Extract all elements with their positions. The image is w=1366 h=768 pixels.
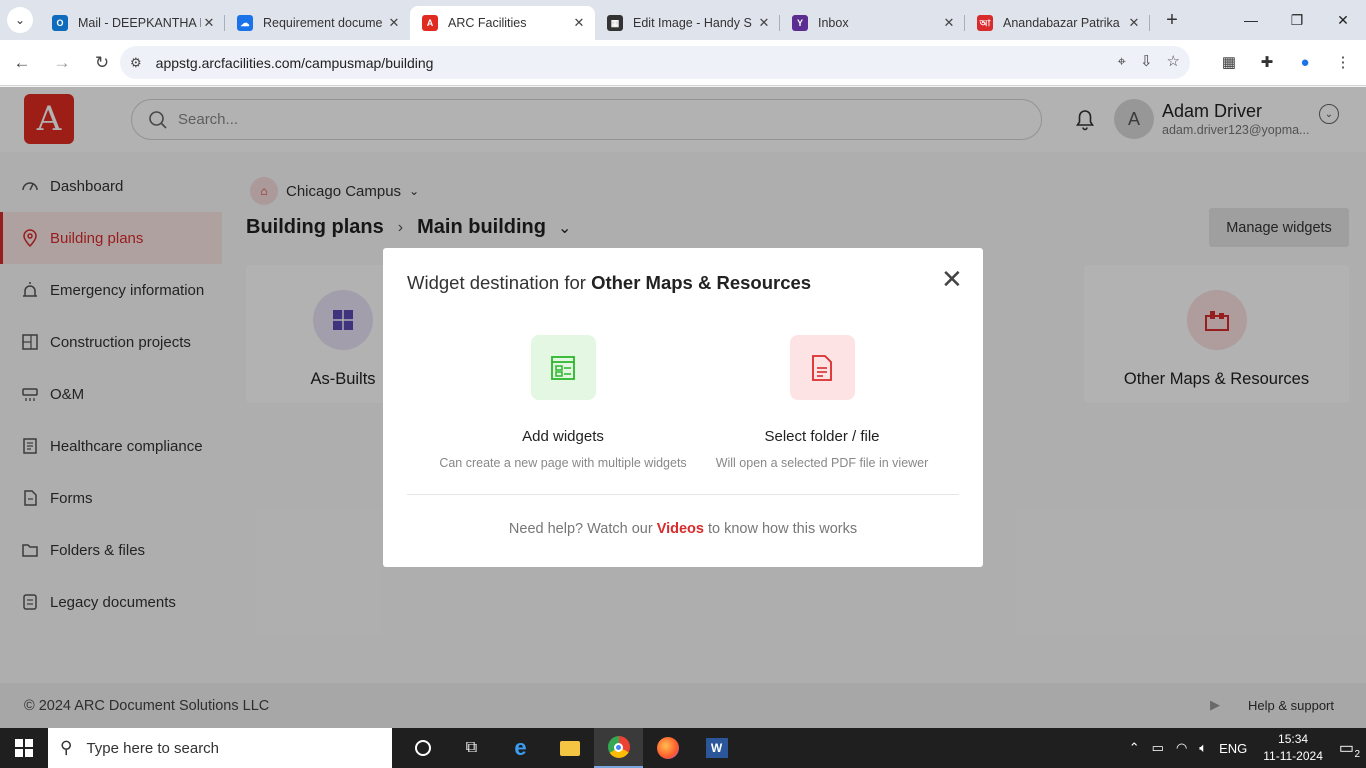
tab-favicon-icon: O bbox=[52, 15, 68, 31]
site-info-icon[interactable]: ⚙ bbox=[130, 55, 142, 71]
chevron-down-icon: ⌄ bbox=[7, 7, 33, 33]
help-prefix: Need help? Watch our bbox=[508, 521, 657, 537]
window-controls: — ❐ ✕ bbox=[1228, 0, 1366, 40]
browser-tab[interactable]: ☁ Requirement docume ✕ bbox=[225, 6, 410, 40]
option-title: Add widgets bbox=[522, 428, 604, 445]
option-desc: Will open a selected PDF file in viewer bbox=[715, 456, 929, 470]
notifications-icon[interactable]: ▭ 2 bbox=[1339, 738, 1360, 760]
modal-title: Widget destination for Other Maps & Reso… bbox=[407, 272, 811, 294]
battery-icon[interactable]: ▭ bbox=[1152, 740, 1164, 756]
url-text[interactable]: appstg.arcfacilities.com/campusmap/build… bbox=[156, 55, 434, 71]
chrome-icon[interactable] bbox=[594, 728, 643, 768]
help-text: Need help? Watch our Videos to know how … bbox=[383, 521, 983, 537]
tab-close-icon[interactable]: ✕ bbox=[386, 15, 402, 31]
tab-close-icon[interactable]: ✕ bbox=[571, 15, 587, 31]
browser-tab[interactable]: ▦ Edit Image - Handy S ✕ bbox=[595, 6, 780, 40]
tab-title: Anandabazar Patrika bbox=[1003, 16, 1120, 30]
word-icon[interactable]: W bbox=[692, 728, 741, 768]
profile-icon[interactable]: ● bbox=[1292, 47, 1318, 77]
tab-title: Edit Image - Handy S bbox=[633, 16, 752, 30]
close-window-button[interactable]: ✕ bbox=[1320, 0, 1366, 40]
chevron-up-icon[interactable]: ⌃ bbox=[1129, 740, 1140, 756]
add-widgets-option[interactable]: Add widgets Can create a new page with m… bbox=[423, 335, 703, 470]
clock-time: 15:34 bbox=[1278, 732, 1309, 746]
browser-tab[interactable]: Y Inbox ✕ bbox=[780, 6, 965, 40]
tab-close-icon[interactable]: ✕ bbox=[201, 15, 217, 31]
videos-link[interactable]: Videos bbox=[657, 521, 704, 537]
windows-taskbar: ⚲ Type here to search ⧉ e W ⌃ ▭ ◠ 🔈︎ ENG… bbox=[0, 728, 1366, 768]
tab-title: Mail - DEEPKANTHA D bbox=[78, 16, 201, 30]
tab-close-icon[interactable]: ✕ bbox=[756, 15, 772, 31]
volume-icon[interactable]: 🔈︎ bbox=[1199, 740, 1207, 756]
new-tab-button[interactable]: + bbox=[1154, 9, 1190, 32]
modal-title-prefix: Widget destination for bbox=[407, 272, 592, 293]
extensions-icon[interactable]: ✚ bbox=[1254, 47, 1280, 77]
divider bbox=[407, 494, 959, 495]
edge-icon[interactable]: e bbox=[496, 728, 545, 768]
browser-tab[interactable]: O Mail - DEEPKANTHA D ✕ bbox=[40, 6, 225, 40]
tab-search-button[interactable]: ⌄ bbox=[0, 0, 40, 40]
wifi-icon[interactable]: ◠ bbox=[1176, 740, 1187, 756]
tab-close-icon[interactable]: ✕ bbox=[941, 15, 957, 31]
language-indicator[interactable]: ENG bbox=[1219, 741, 1247, 756]
close-icon[interactable]: ✕ bbox=[941, 266, 963, 292]
qr-code-icon[interactable]: ▦ bbox=[1216, 47, 1242, 77]
location-icon[interactable]: ⌖ bbox=[1118, 53, 1126, 70]
browser-menu-icon[interactable]: ⋮ bbox=[1330, 47, 1356, 77]
taskbar-search-placeholder: Type here to search bbox=[86, 739, 220, 757]
task-view-icon[interactable]: ⧉ bbox=[447, 728, 496, 768]
back-button[interactable]: ← bbox=[4, 45, 40, 81]
tab-favicon-icon: A bbox=[422, 15, 438, 31]
forward-button[interactable]: → bbox=[44, 45, 80, 81]
address-bar[interactable]: ⚙ appstg.arcfacilities.com/campusmap/bui… bbox=[120, 46, 1190, 79]
tab-close-icon[interactable]: ✕ bbox=[1126, 15, 1142, 31]
tab-separator bbox=[1149, 15, 1150, 31]
browser-tab-bar: ⌄ O Mail - DEEPKANTHA D ✕ ☁ Requirement docu… bbox=[0, 0, 1366, 40]
tab-favicon-icon: ▦ bbox=[607, 15, 623, 31]
minimize-button[interactable]: — bbox=[1228, 0, 1274, 40]
windows-icon bbox=[15, 739, 33, 757]
pdf-file-icon bbox=[789, 335, 855, 400]
cortana-icon[interactable] bbox=[398, 728, 447, 768]
search-icon: ⚲ bbox=[60, 738, 73, 757]
browser-toolbar: ← → ↻ ⚙ appstg.arcfacilities.com/campusm… bbox=[0, 40, 1366, 86]
taskbar-search-input[interactable]: ⚲ Type here to search bbox=[48, 728, 392, 768]
clock-date: 11-11-2024 bbox=[1263, 749, 1323, 763]
tab-favicon-icon: আ bbox=[977, 15, 993, 31]
tab-title: ARC Facilities bbox=[448, 16, 527, 30]
windows-start-button[interactable] bbox=[0, 728, 48, 768]
tab-title: Inbox bbox=[818, 16, 849, 30]
help-suffix: to know how this works bbox=[703, 521, 858, 537]
select-folder-file-option[interactable]: Select folder / file Will open a selecte… bbox=[682, 335, 962, 470]
file-explorer-icon[interactable] bbox=[545, 728, 594, 768]
system-tray: ⌃ ▭ ◠ 🔈︎ ENG 15:34 11-11-2024 ▭ 2 bbox=[1123, 728, 1366, 768]
notification-count: 2 bbox=[1354, 749, 1360, 760]
modal-title-bold: Other Maps & Resources bbox=[591, 272, 812, 293]
tab-favicon-icon: Y bbox=[792, 15, 808, 31]
widget-destination-modal: Widget destination for Other Maps & Reso… bbox=[383, 248, 983, 567]
clock[interactable]: 15:34 11-11-2024 bbox=[1263, 731, 1323, 765]
install-app-icon[interactable]: ⇩ bbox=[1140, 52, 1153, 70]
tab-title: Requirement docume bbox=[263, 16, 383, 30]
browser-tab[interactable]: A ARC Facilities ✕ bbox=[410, 6, 595, 40]
browser-tab[interactable]: আ Anandabazar Patrika ✕ bbox=[965, 6, 1150, 40]
reload-button[interactable]: ↻ bbox=[84, 45, 120, 81]
firefox-icon[interactable] bbox=[643, 728, 692, 768]
option-title: Select folder / file bbox=[764, 428, 880, 445]
option-desc: Can create a new page with multiple widg… bbox=[439, 456, 687, 470]
widgets-icon bbox=[530, 335, 596, 400]
tab-favicon-icon: ☁ bbox=[237, 15, 253, 31]
restore-button[interactable]: ❐ bbox=[1274, 0, 1320, 40]
bookmark-star-icon[interactable]: ☆ bbox=[1167, 52, 1180, 70]
